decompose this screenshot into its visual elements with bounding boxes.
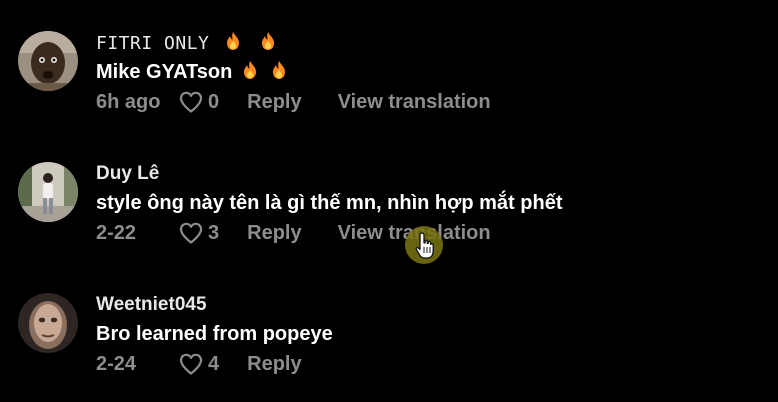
reply-button[interactable]: Reply [247,222,301,245]
like-button[interactable]: 3 [178,221,219,245]
heart-outline-icon[interactable] [178,221,204,245]
fire-icon [273,61,286,79]
comment-meta: 2-24 4 Reply [96,351,758,377]
comment-username[interactable]: FITRI ONLY [96,31,758,55]
fire-icon [226,32,239,50]
heart-outline-icon[interactable] [178,352,204,376]
like-count: 4 [208,352,220,375]
comment-body: Duy Lê style ông này tên là gì thế mn, n… [96,162,758,246]
like-count: 0 [208,90,220,113]
comment-date: 6h ago [96,90,161,113]
reply-button[interactable]: Reply [247,91,301,114]
like-button[interactable]: 4 [178,352,219,376]
comment-meta: 6h ago 0 Reply View translation [96,89,758,115]
avatar[interactable] [18,31,78,91]
comment-text-content: Mike GYATson [96,61,233,83]
comment-text: Mike GYATson [96,59,758,85]
comment-text: Bro learned from popeye [96,323,333,345]
heart-outline-icon[interactable] [178,90,204,114]
comment-body: Weetniet045 Bro learned from popeye 2-24… [96,293,758,377]
comment-username[interactable]: Duy Lê [96,162,758,186]
comment-date: 2-22 [96,221,137,244]
fire-icon [243,61,256,79]
view-translation-button[interactable]: View translation [338,222,491,245]
comment-body: FITRI ONLY Mike GYATson 6h ago 0 Reply V… [96,31,758,115]
comment-text: style ông này tên là gì thế mn, nhìn hợp… [96,192,563,214]
comment-username[interactable]: Weetniet045 [96,293,758,317]
avatar[interactable] [18,162,78,222]
comment-date: 2-24 [96,352,137,375]
like-count: 3 [208,221,220,244]
like-button[interactable]: 0 [178,90,219,114]
avatar[interactable] [18,293,78,353]
username-text[interactable]: FITRI ONLY [96,33,209,54]
view-translation-button[interactable]: View translation [338,91,491,114]
fire-icon [262,32,275,50]
comment-meta: 2-22 3 Reply View translation [96,220,758,246]
reply-button[interactable]: Reply [247,353,301,376]
